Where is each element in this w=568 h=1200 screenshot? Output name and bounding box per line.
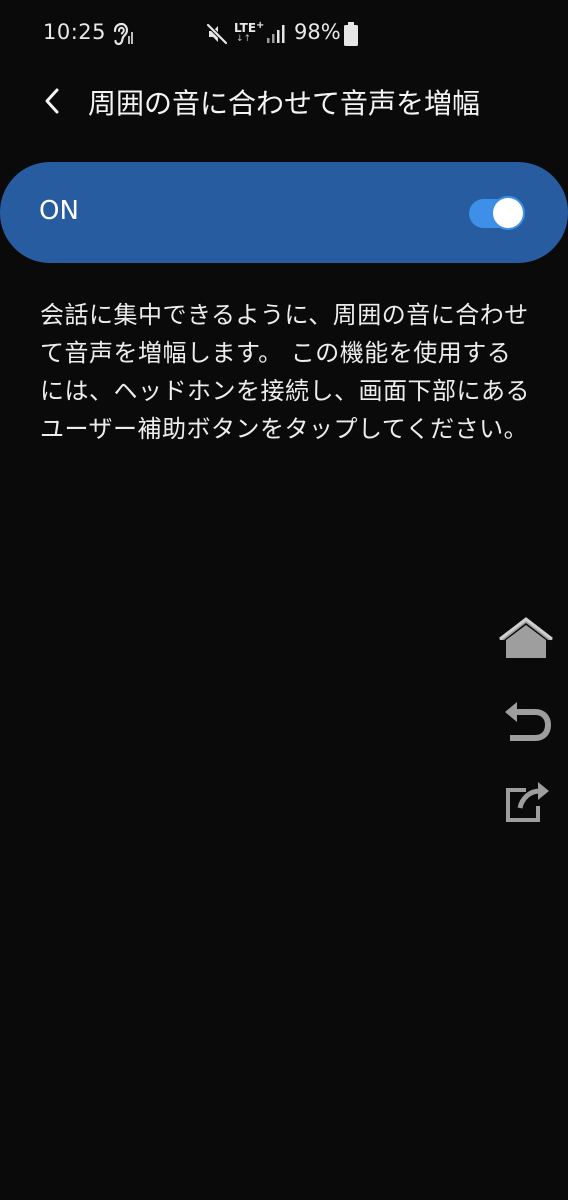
status-time: 10:25: [43, 20, 107, 44]
network-activity-arrows: ↓↑: [236, 34, 252, 44]
master-switch-label: ON: [39, 196, 79, 226]
home-button[interactable]: [496, 614, 556, 660]
page-title: 周囲の音に合わせて音声を増幅: [88, 87, 481, 120]
app-header: 周囲の音に合わせて音声を増幅: [0, 68, 568, 138]
toggle-thumb: [491, 196, 525, 230]
mute-icon: [206, 23, 228, 45]
master-switch-bar[interactable]: ON: [0, 162, 568, 263]
hearing-icon: [113, 22, 133, 46]
status-bar: 10:25 LTE+ ↓↑ 98%: [0, 0, 568, 68]
network-type: LTE+: [234, 20, 265, 35]
chevron-left-icon: [45, 88, 59, 114]
share-button[interactable]: [502, 778, 552, 824]
undo-icon: [505, 702, 552, 741]
undo-button[interactable]: [502, 698, 552, 744]
back-button[interactable]: [32, 81, 72, 121]
feature-description: 会話に集中できるように、周囲の音に合わせて音声を増幅します。 この機能を使用する…: [40, 301, 530, 443]
share-icon: [506, 782, 549, 822]
home-icon: [499, 617, 553, 658]
signal-icon: [267, 25, 285, 43]
battery-icon: [344, 22, 358, 46]
battery-percent: 98%: [294, 20, 341, 44]
